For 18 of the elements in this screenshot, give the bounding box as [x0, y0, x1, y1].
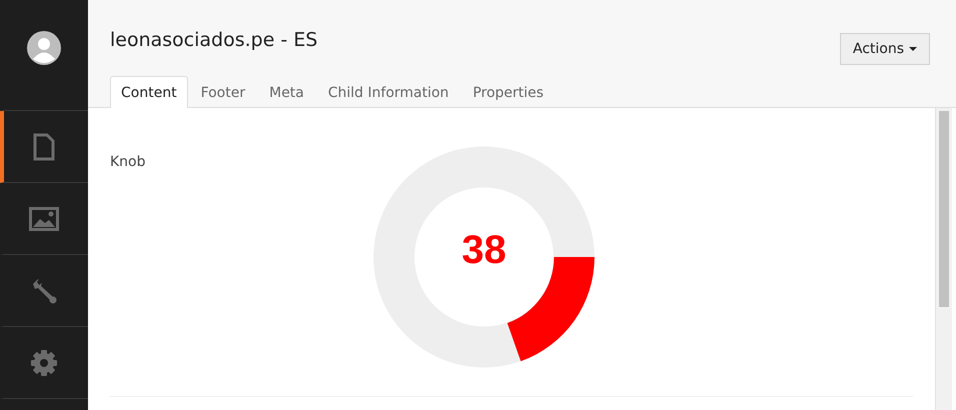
avatar-icon [27, 31, 61, 65]
knob[interactable]: 38 [373, 146, 595, 368]
scrollbar-thumb[interactable] [939, 111, 949, 307]
scrollbar[interactable] [935, 108, 952, 410]
tab[interactable]: Properties [462, 76, 555, 108]
knob-value: 38 [462, 228, 506, 273]
tab[interactable]: Content [110, 76, 188, 108]
caret-icon [909, 47, 917, 51]
tab[interactable]: Child Information [317, 76, 460, 108]
tab[interactable]: Footer [190, 76, 256, 108]
page-title: leonasociados.pe - ES [110, 29, 318, 51]
field-label: Knob [110, 154, 147, 172]
document-icon [33, 132, 55, 160]
image-icon [29, 206, 59, 230]
actions-button[interactable]: Actions [840, 33, 930, 65]
tab[interactable]: Meta [258, 76, 315, 108]
settings-icon [30, 348, 58, 376]
wrench-icon [30, 276, 58, 304]
